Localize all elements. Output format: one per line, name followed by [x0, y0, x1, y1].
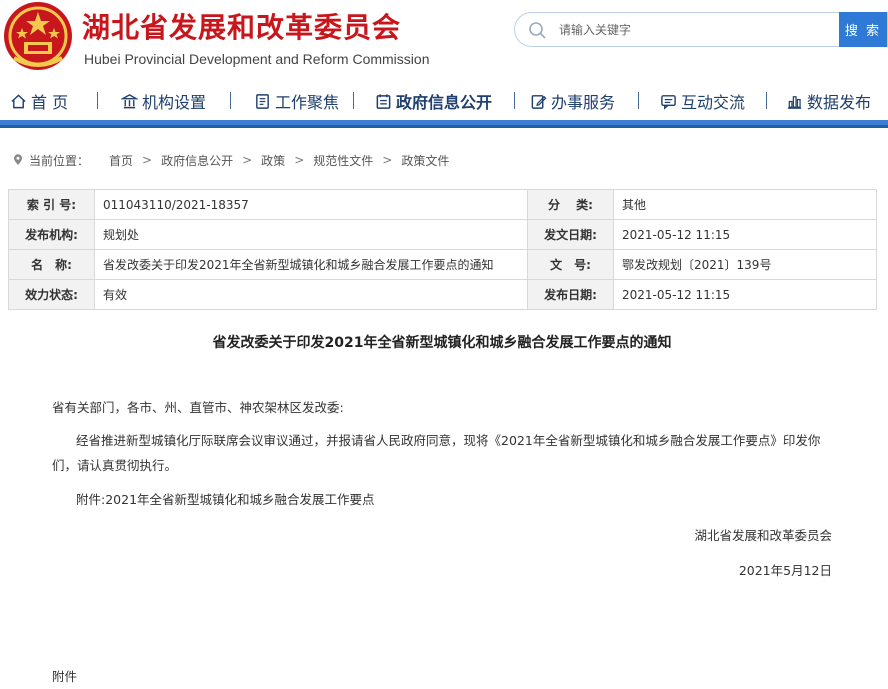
nav-underline-bar: [0, 120, 888, 128]
building-icon: [121, 93, 138, 108]
document-icon: [256, 93, 269, 109]
breadcrumb-label: 当前位置：: [29, 153, 90, 168]
article-body-paragraph: 经省推进新型城镇化厅际联席会议审议通过，并报请省人民政府同意，现将《2021年全…: [52, 433, 821, 473]
table-row: 索 引 号: 011043110/2021-18357 分 类: 其他: [8, 189, 877, 220]
nav-divider: [97, 92, 98, 109]
document-info-table: 索 引 号: 011043110/2021-18357 分 类: 其他 发布机构…: [8, 189, 877, 310]
search-button[interactable]: 搜 索: [839, 12, 887, 47]
list-icon: [376, 93, 391, 109]
site-header: 湖北省发展和改革委员会 Hubei Provincial Development…: [0, 0, 888, 80]
doc-number-label: 文 号:: [527, 249, 614, 280]
nav-divider: [514, 92, 515, 109]
publish-date-label: 发布日期:: [527, 279, 614, 310]
publishing-org-value: 规划处: [94, 219, 528, 250]
doc-number-value: 鄂发改规划〔2021〕139号: [613, 249, 877, 280]
article-attachment-note: 附件:2021年全省新型城镇化和城乡融合发展工作要点: [76, 492, 375, 507]
index-number-value: 011043110/2021-18357: [94, 189, 528, 220]
national-emblem-icon: [4, 2, 72, 70]
nav-item-label: 数据发布: [807, 93, 872, 112]
search-icon: [529, 22, 546, 39]
search-box: 搜 索: [514, 12, 888, 47]
nav-divider: [353, 92, 354, 109]
nav-divider: [638, 92, 639, 109]
breadcrumb-link-normative-docs[interactable]: 规范性文件: [313, 152, 373, 169]
nav-item-label: 首 页: [31, 93, 69, 112]
doc-name-label: 名 称:: [8, 249, 95, 280]
publishing-org-label: 发布机构:: [8, 219, 95, 250]
nav-item-label: 互动交流: [681, 93, 746, 112]
nav-item-label: 机构设置: [142, 93, 207, 112]
table-row: 发布机构: 规划处 发文日期: 2021-05-12 11:15: [8, 219, 877, 250]
home-icon: [11, 93, 26, 108]
breadcrumb-link-home[interactable]: 首页: [109, 152, 133, 169]
nav-item-label: 办事服务: [551, 93, 616, 112]
table-row: 效力状态: 有效 发布日期: 2021-05-12 11:15: [8, 279, 877, 310]
article-date: 2021年5月12日: [738, 563, 832, 578]
category-value: 其他: [613, 189, 877, 220]
chat-icon: [661, 94, 676, 110]
main-nav: 首 页 机构设置 工作聚焦 政府信息公开 办事服务 互动交流 数据发布: [0, 82, 888, 120]
breadcrumb-separator: >: [382, 153, 393, 167]
doc-name-value: 省发改委关于印发2021年全省新型城镇化和城乡融合发展工作要点的通知: [94, 249, 528, 280]
breadcrumb-separator: >: [142, 153, 153, 167]
validity-status-label: 效力状态:: [8, 279, 95, 310]
nav-item-services[interactable]: 办事服务: [530, 89, 615, 113]
breadcrumb-link-policy[interactable]: 政策: [261, 152, 285, 169]
table-row: 名 称: 省发改委关于印发2021年全省新型城镇化和城乡融合发展工作要点的通知 …: [8, 249, 877, 280]
search-input[interactable]: [559, 19, 829, 41]
nav-divider: [766, 92, 767, 109]
site-title: 湖北省发展和改革委员会: [82, 11, 402, 44]
site-subtitle: Hubei Provincial Development and Reform …: [84, 51, 430, 67]
breadcrumb-separator: >: [294, 153, 305, 167]
nav-item-gov-info[interactable]: 政府信息公开: [375, 89, 492, 113]
nav-item-work-focus[interactable]: 工作聚焦: [254, 89, 339, 113]
issue-date-label: 发文日期:: [527, 219, 614, 250]
location-pin-icon: [14, 154, 22, 165]
issue-date-value: 2021-05-12 11:15: [613, 219, 877, 250]
bar-chart-icon: [787, 95, 802, 109]
validity-status-value: 有效: [94, 279, 528, 310]
nav-item-data[interactable]: 数据发布: [786, 89, 871, 113]
breadcrumb-link-gov-info[interactable]: 政府信息公开: [161, 152, 233, 169]
index-number-label: 索 引 号:: [8, 189, 95, 220]
nav-item-label: 工作聚焦: [275, 93, 340, 112]
breadcrumb-separator: >: [242, 153, 253, 167]
article-salutation: 省有关部门，各市、州、直管市、神农架林区发改委:: [52, 400, 344, 415]
category-label: 分 类:: [527, 189, 614, 220]
nav-item-home[interactable]: 首 页: [10, 89, 68, 113]
breadcrumb-link-policy-docs[interactable]: 政策文件: [401, 152, 449, 169]
article-title: 省发改委关于印发2021年全省新型城镇化和城乡融合发展工作要点的通知: [212, 335, 672, 351]
attachment-heading: 附件: [52, 669, 78, 684]
breadcrumb: 当前位置： 首页 > 政府信息公开 > 政策 > 规范性文件 > 政策文件: [12, 151, 449, 169]
nav-item-interaction[interactable]: 互动交流: [660, 89, 745, 113]
nav-item-organization[interactable]: 机构设置: [121, 89, 206, 113]
nav-item-label: 政府信息公开: [396, 93, 493, 112]
article-signature: 湖北省发展和改革委员会: [694, 528, 832, 543]
publish-date-value: 2021-05-12 11:15: [613, 279, 877, 310]
nav-divider: [230, 92, 231, 109]
edit-icon: [531, 94, 547, 109]
